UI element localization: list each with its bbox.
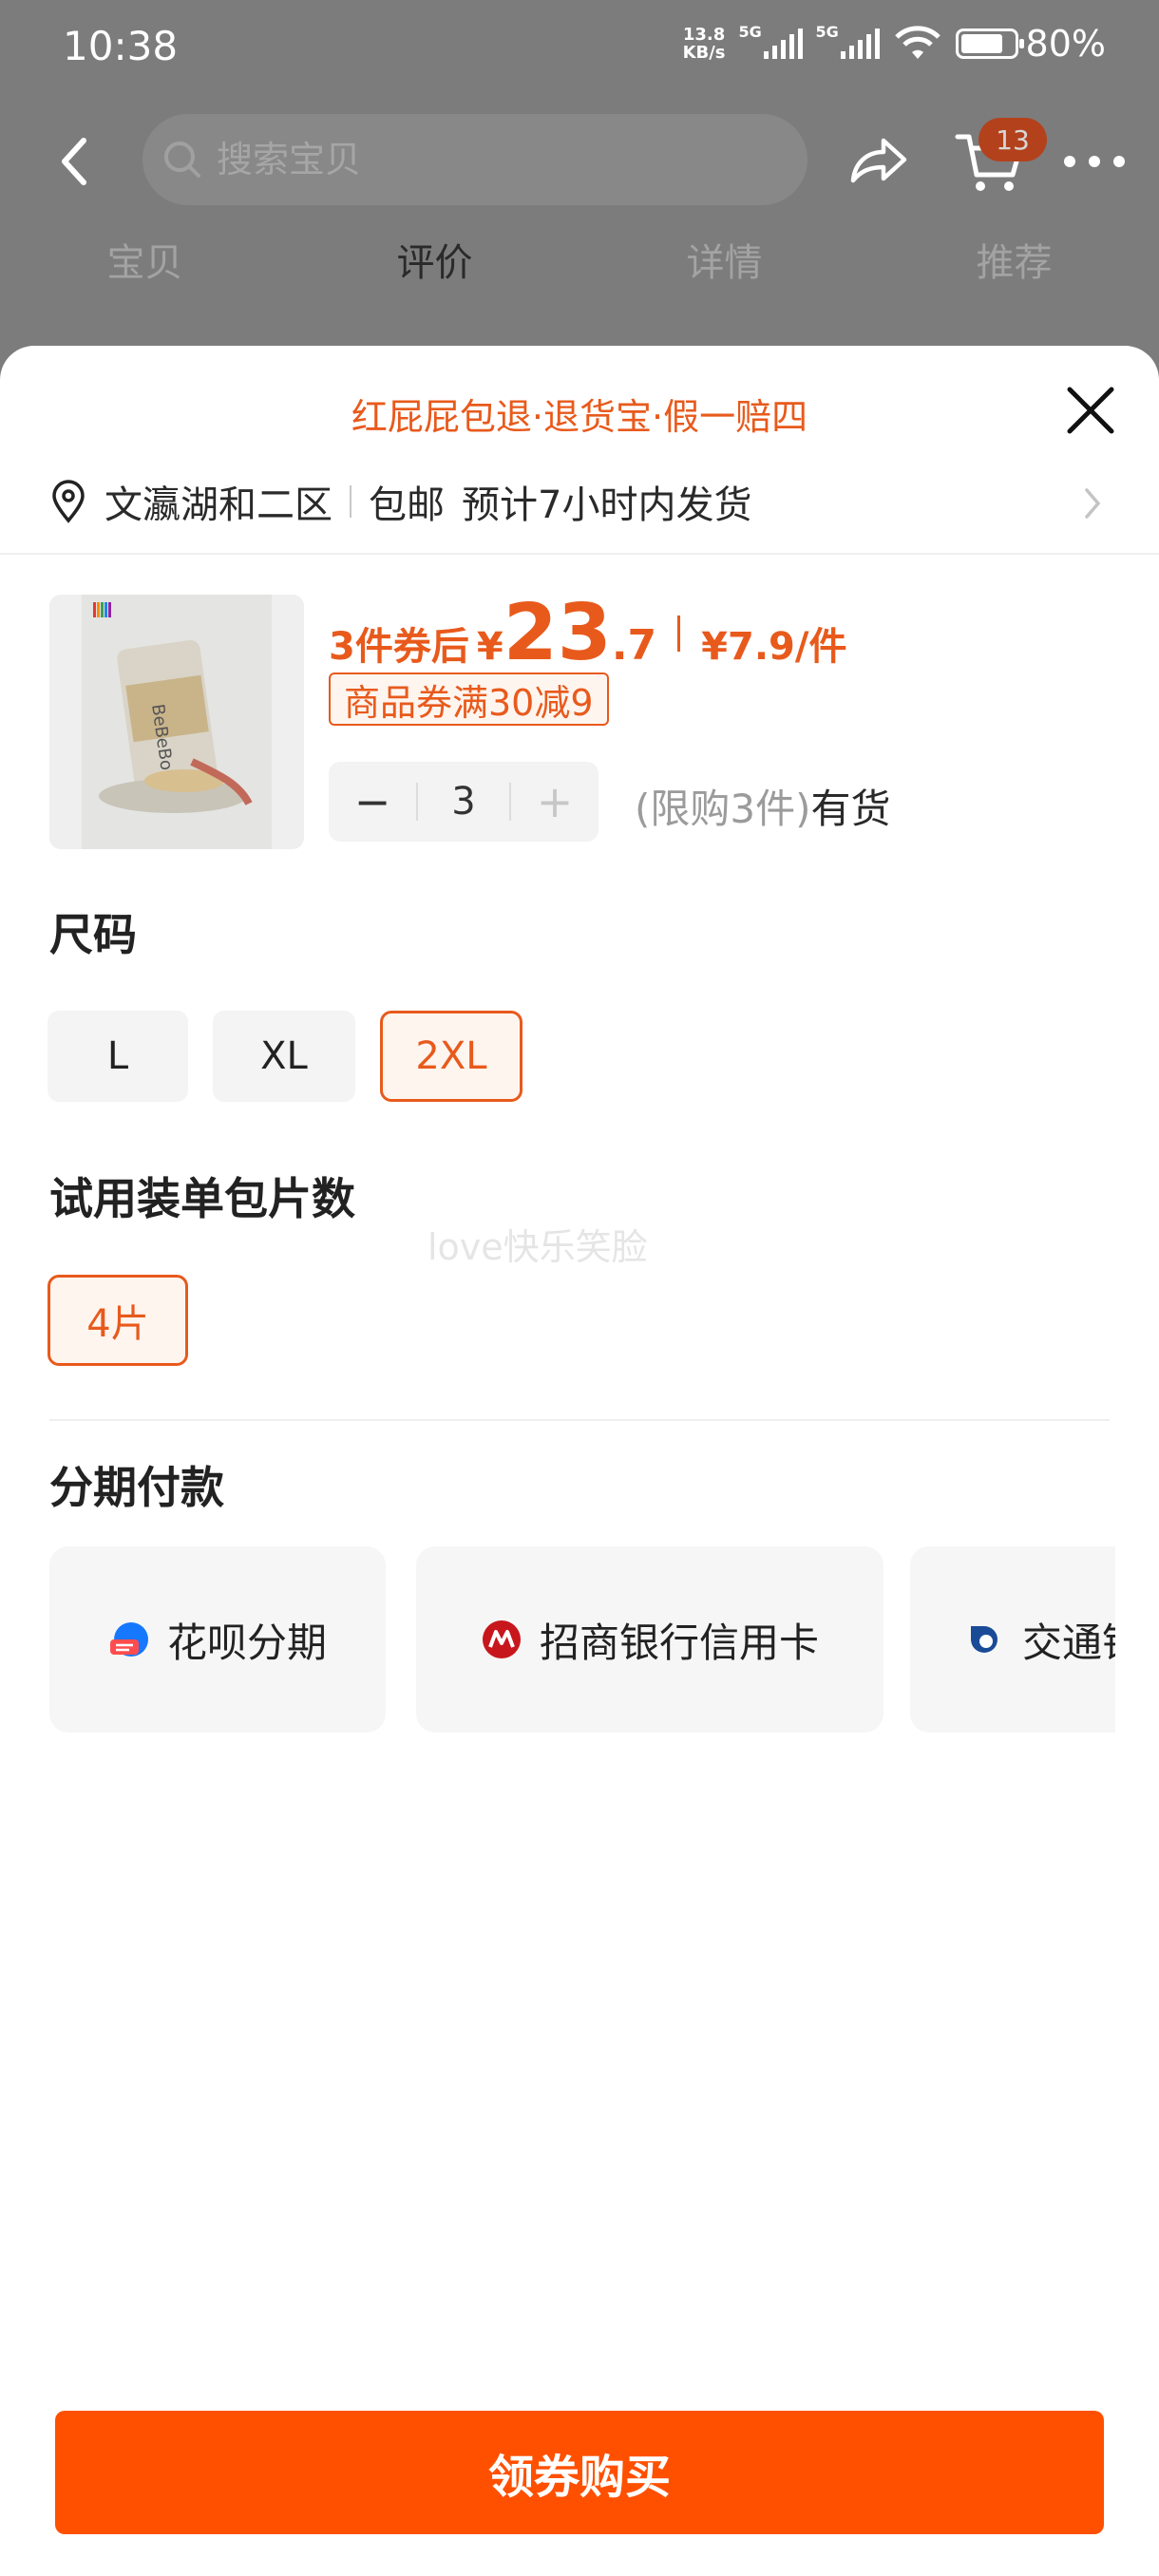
background-overlay: 10:38 13.8 KB/s 5G 5G 80% 搜索宝贝 13 宝贝 评价 … (0, 0, 1159, 380)
decrease-quantity-button[interactable]: − (329, 762, 416, 842)
sim1-network-type: 5G (738, 23, 762, 41)
section-divider (49, 1419, 1110, 1421)
price-label: 3件券后 (329, 625, 469, 669)
bocom-logo-icon (971, 1626, 998, 1653)
search-icon (164, 142, 200, 178)
shipping-row[interactable]: 文瀛湖和二区 包邮 预计7小时内发货 (0, 450, 1159, 555)
battery-icon (955, 28, 1024, 59)
back-arrow-icon (62, 138, 86, 185)
installment-huabei[interactable]: 花呗分期 (49, 1546, 386, 1733)
battery-percent: 80% (1025, 23, 1106, 65)
trial-pack-section-title: 试用装单包片数 (49, 1173, 355, 1224)
close-icon (1067, 387, 1114, 434)
more-icon (1064, 156, 1075, 167)
sim2-network-type: 5G (815, 23, 839, 41)
installment-options: 花呗分期 招商银行信用卡 交通银行信用卡 (49, 1546, 1115, 1733)
increase-quantity-button[interactable]: + (511, 762, 598, 842)
status-time: 10:38 (63, 23, 179, 69)
cart-count-badge: 13 (978, 118, 1047, 161)
installment-bocom[interactable]: 交通银行信用卡 (910, 1546, 1115, 1733)
shipping-divider (350, 485, 352, 518)
coupon-tag: 商品券满30减9 (329, 672, 609, 726)
close-button[interactable] (1062, 382, 1119, 439)
diaper-pack-image: BeBeBo (82, 595, 272, 849)
share-icon (850, 138, 907, 183)
stock-status: (限购3件)有货 (635, 777, 891, 835)
free-shipping-label: 包邮 (369, 483, 445, 527)
unit-price: ¥7.9/件 (701, 625, 847, 669)
tab-2[interactable]: 详情 (580, 232, 869, 308)
signal-icon-sim2: 5G (816, 23, 880, 59)
guarantee-banner: 红屁屁包退·退货宝·假一赔四 (351, 396, 808, 438)
watermark: love快乐笑脸 (428, 1226, 648, 1268)
price-line: 3件券后 ¥ 23 .7 ¥7.9/件 (329, 595, 846, 672)
top-nav: 13 (0, 114, 1159, 209)
size-option-2xl[interactable]: 2XL (380, 1011, 522, 1102)
tab-3[interactable]: 推荐 (869, 232, 1159, 308)
signal-icon-sim1: 5G (739, 23, 803, 59)
purchase-limit: (限购3件) (635, 786, 811, 832)
size-option-l[interactable]: L (48, 1011, 188, 1102)
installment-cmb-label: 招商银行信用卡 (539, 1619, 819, 1666)
search-bar[interactable] (142, 114, 808, 205)
network-speed-unit: KB/s (682, 43, 726, 63)
chevron-right-icon (1085, 488, 1101, 519)
currency-symbol: ¥ (476, 625, 504, 669)
network-speed: 13.8 KB/s (683, 26, 726, 62)
network-speed-value: 13.8 (682, 25, 726, 45)
product-summary: BeBeBo 3件券后 ¥ 23 .7 ¥7.9/件 商品券满30减9 − 3 … (49, 595, 1132, 851)
product-image[interactable]: BeBeBo (49, 595, 304, 849)
tab-0[interactable]: 宝贝 (0, 232, 290, 308)
share-button[interactable] (846, 131, 912, 192)
tab-1[interactable]: 评价 (290, 232, 580, 308)
quantity-stepper: − 3 + (329, 762, 598, 842)
status-bar: 10:38 13.8 KB/s 5G 5G 80% (0, 0, 1159, 104)
status-indicators: 13.8 KB/s 5G 5G 80% (683, 23, 1106, 65)
trial-pack-option-4[interactable]: 4片 (48, 1275, 188, 1366)
cmb-logo-icon (482, 1620, 521, 1658)
installment-section-title: 分期付款 (49, 1462, 224, 1513)
shipping-address: 文瀛湖和二区 (104, 483, 332, 527)
installment-bocom-label: 交通银行信用卡 (1022, 1619, 1115, 1666)
price-separator (677, 616, 681, 652)
huabei-logo-icon (109, 1622, 148, 1657)
back-button[interactable] (46, 133, 103, 190)
wifi-icon (894, 26, 940, 59)
delivery-estimate: 预计7小时内发货 (462, 483, 752, 527)
installment-cmb[interactable]: 招商银行信用卡 (416, 1546, 884, 1733)
installment-huabei-label: 花呗分期 (166, 1619, 327, 1666)
battery-indicator: 80% (955, 23, 1106, 65)
sku-selection-sheet: 红屁屁包退·退货宝·假一赔四 文瀛湖和二区 包邮 预计7小时内发货 BeBeBo… (0, 346, 1159, 2576)
size-option-xl[interactable]: XL (213, 1011, 355, 1102)
location-pin-icon (52, 480, 85, 523)
quantity-value[interactable]: 3 (416, 780, 511, 824)
product-tabs: 宝贝 评价 详情 推荐 (0, 232, 1159, 308)
search-input[interactable] (217, 139, 711, 180)
availability: 有货 (810, 786, 891, 832)
price-decimal: .7 (611, 621, 657, 670)
more-button[interactable] (1064, 146, 1125, 177)
claim-coupon-buy-button[interactable]: 领券购买 (55, 2411, 1104, 2534)
size-section-title: 尺码 (49, 909, 137, 960)
price-integer: 23 (503, 588, 612, 678)
